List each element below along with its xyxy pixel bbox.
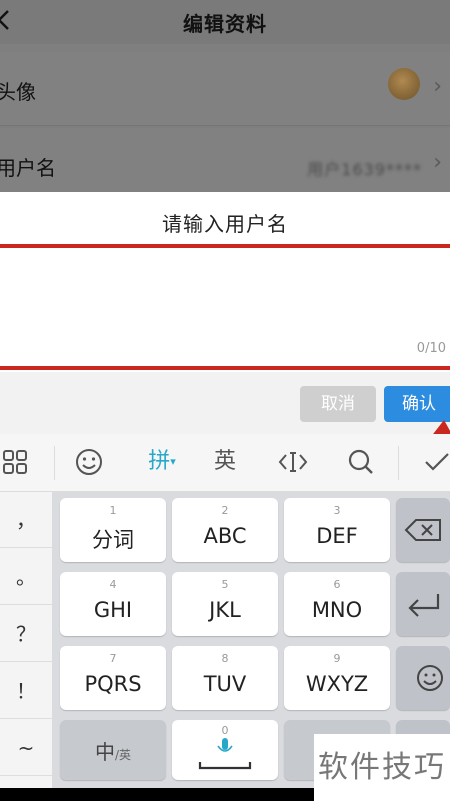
- key-5[interactable]: 5 JKL: [172, 572, 278, 636]
- enter-icon: [408, 594, 440, 617]
- key-label: ABC: [203, 524, 247, 548]
- toolbar-separator: [54, 446, 55, 480]
- key-number: 2: [221, 504, 229, 517]
- punct-key-question[interactable]: ？: [0, 606, 52, 662]
- emoji-key-icon: [417, 665, 443, 691]
- username-row-label: 用户名: [0, 156, 56, 180]
- avatar-row-label: 头像: [0, 80, 36, 104]
- search-icon[interactable]: [346, 444, 376, 480]
- key-label: WXYZ: [305, 672, 369, 696]
- dialog-actions: 取消 确认: [0, 372, 450, 434]
- key-number: 6: [333, 578, 341, 591]
- background-page: 编辑资料 头像 › 用户名 用户1639**** ›: [0, 0, 450, 192]
- cancel-button[interactable]: 取消: [300, 386, 376, 422]
- key-label: TUV: [203, 672, 247, 696]
- username-dialog: 请输入用户名 0/10 取消 确认: [0, 192, 450, 462]
- check-icon[interactable]: [422, 444, 450, 480]
- punct-key-comma[interactable]: ，: [0, 492, 52, 548]
- username-row[interactable]: 用户名 用户1639**** ›: [0, 128, 450, 192]
- key-1[interactable]: 1 分词: [60, 498, 166, 562]
- lang-sub-label: /英: [114, 748, 132, 762]
- key-4[interactable]: 4 GHI: [60, 572, 166, 636]
- grid-icon[interactable]: [2, 444, 30, 480]
- pinyin-mode-button[interactable]: 拼▾: [140, 444, 184, 480]
- key-label: GHI: [93, 598, 133, 622]
- toolbar-separator: [398, 446, 399, 480]
- page-title: 编辑资料: [183, 12, 267, 36]
- key-label: 分词: [92, 528, 134, 552]
- key-label: MNO: [311, 598, 363, 622]
- lang-main-label: 中: [94, 740, 115, 764]
- punct-key-tilde[interactable]: ~: [0, 720, 52, 776]
- keyboard-toolbar: 拼▾ 英: [0, 434, 450, 492]
- key-9[interactable]: 9 WXYZ: [284, 646, 390, 710]
- username-input[interactable]: 0/10: [0, 244, 450, 370]
- cursor-icon[interactable]: [276, 444, 310, 480]
- key-label: DEF: [316, 524, 358, 548]
- backspace-icon: [404, 519, 441, 541]
- backspace-key[interactable]: [396, 498, 450, 562]
- key-label: PQRS: [84, 672, 142, 696]
- space-key[interactable]: 0: [172, 720, 278, 780]
- microphone-icon: [198, 738, 252, 770]
- char-counter: 0/10: [416, 341, 446, 356]
- chevron-right-icon: ›: [433, 74, 442, 99]
- key-6[interactable]: 6 MNO: [284, 572, 390, 636]
- punct-key-exclaim[interactable]: ！: [0, 663, 52, 719]
- key-number: 5: [221, 578, 229, 591]
- pinyin-label: 拼: [148, 449, 171, 474]
- watermark: 软件技巧: [314, 734, 450, 801]
- key-7[interactable]: 7 PQRS: [60, 646, 166, 710]
- avatar-row[interactable]: 头像 ›: [0, 52, 450, 126]
- avatar: [388, 68, 420, 100]
- key-number: 3: [333, 504, 341, 517]
- navbar: 编辑资料: [0, 0, 450, 44]
- key-number: 4: [109, 578, 117, 591]
- emoji-key[interactable]: [396, 646, 450, 710]
- key-number: 8: [221, 652, 229, 665]
- lang-switch-key[interactable]: 中/英: [60, 720, 166, 780]
- english-mode-button[interactable]: 英: [208, 444, 242, 480]
- confirm-button[interactable]: 确认: [384, 386, 450, 422]
- username-value: 用户1639****: [307, 160, 422, 179]
- smiley-icon[interactable]: [74, 444, 104, 480]
- punctuation-column: ， 。 ？ ！ ~: [0, 492, 52, 788]
- key-label: JKL: [209, 598, 241, 622]
- dialog-title: 请输入用户名: [162, 212, 288, 236]
- key-number: 7: [109, 652, 117, 665]
- key-2[interactable]: 2 ABC: [172, 498, 278, 562]
- key-3[interactable]: 3 DEF: [284, 498, 390, 562]
- key-number: 9: [333, 652, 341, 665]
- punct-key-period[interactable]: 。: [0, 549, 52, 605]
- caret-down-icon: ▾: [170, 455, 176, 468]
- key-8[interactable]: 8 TUV: [172, 646, 278, 710]
- chevron-right-icon: ›: [433, 150, 442, 175]
- enter-key[interactable]: [396, 572, 450, 636]
- key-number: 1: [109, 504, 117, 517]
